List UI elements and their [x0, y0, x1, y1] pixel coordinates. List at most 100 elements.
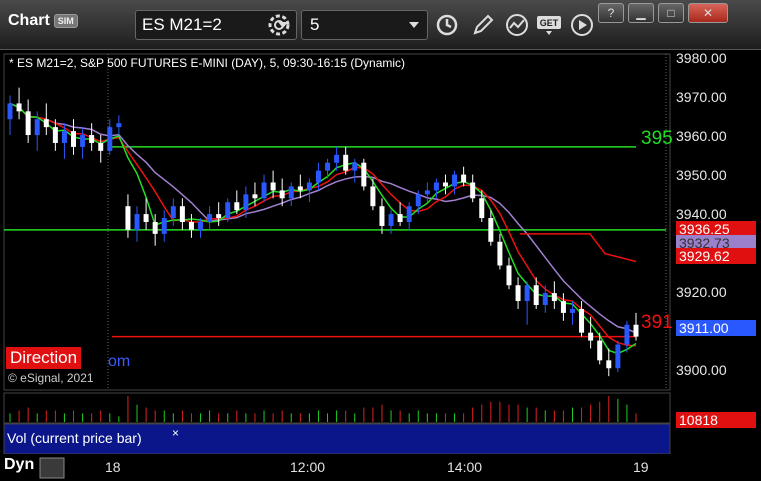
candle-body — [588, 332, 594, 341]
app-title-label: Chart — [8, 12, 50, 29]
candle-body — [71, 131, 77, 147]
candle-body — [515, 285, 521, 302]
candle-body — [397, 214, 403, 222]
candle-body — [61, 131, 67, 143]
candle-body — [497, 241, 503, 266]
candle-body — [379, 206, 385, 226]
candle-body — [315, 170, 321, 183]
volume-close-button[interactable]: × — [172, 426, 179, 440]
toolbar: Chart SIM ES M21=2 5 GET ? ▁ □ ✕ — [0, 0, 761, 50]
candle-body — [506, 265, 512, 286]
candle-body — [98, 142, 104, 151]
candle-body — [34, 119, 40, 136]
sim-badge: SIM — [53, 14, 78, 28]
plot-frame — [3, 53, 671, 391]
volume-label: Vol (current price bar) — [7, 430, 142, 446]
pencil-icon — [473, 14, 494, 35]
minimize-icon: ▁ — [636, 6, 646, 20]
minimize-button[interactable]: ▁ — [628, 3, 654, 23]
dyn-label: Dyn — [4, 456, 35, 473]
candle-body — [343, 154, 349, 171]
candle-body — [569, 308, 575, 313]
help-button[interactable]: ? — [598, 3, 624, 23]
candle-body — [352, 162, 358, 171]
candle-body — [198, 222, 204, 230]
candle-body — [533, 285, 539, 305]
candle-body — [633, 324, 639, 337]
study-icon — [506, 14, 528, 36]
candle-body — [7, 103, 13, 120]
candle-body — [43, 119, 49, 128]
candle-body — [25, 111, 31, 136]
direction-label: Direction — [6, 347, 82, 369]
candle-body — [16, 103, 22, 112]
candle-body — [542, 293, 548, 305]
price-tick-3940: 3940.00 — [676, 206, 727, 222]
candle-body — [325, 162, 331, 171]
candle-body — [615, 344, 621, 369]
price-tick-3920: 3920.00 — [676, 284, 727, 300]
candle-body — [80, 135, 86, 147]
candle-body — [243, 194, 249, 211]
candle-body — [388, 214, 394, 226]
candle-body — [170, 206, 176, 219]
candle-body — [143, 214, 149, 222]
candle-body — [361, 162, 367, 187]
dyn-toggle[interactable] — [39, 457, 65, 479]
maximize-button[interactable]: □ — [658, 3, 684, 23]
candle-body — [461, 174, 467, 183]
chart-header: * ES M21=2, S&P 500 FUTURES E-MINI (DAY)… — [9, 56, 406, 70]
candle-body — [134, 214, 140, 230]
candle-body — [152, 222, 158, 234]
chevron-down-icon — [409, 22, 419, 28]
candle-body — [188, 222, 194, 230]
candle-body — [297, 186, 303, 191]
time-tick-1200: 12:00 — [290, 459, 326, 475]
time-tick-18: 18 — [105, 459, 121, 475]
candle-body — [597, 340, 603, 361]
get-button[interactable]: GET — [535, 11, 563, 39]
candle-body — [207, 214, 213, 222]
price-tick-3980: 3980.00 — [676, 50, 727, 66]
symbol-value: ES M21=2 — [142, 15, 222, 34]
price-chart[interactable] — [0, 50, 761, 481]
help-icon: ? — [607, 6, 615, 20]
price-tick-3950: 3950.00 — [676, 167, 727, 183]
time-button[interactable] — [433, 11, 461, 39]
candle-body — [52, 127, 58, 143]
candle-body — [288, 186, 294, 199]
candle-body — [107, 127, 113, 151]
close-icon: ✕ — [702, 6, 714, 20]
candle-body — [270, 182, 276, 191]
volume-tag: 10818 — [676, 412, 756, 428]
play-icon — [571, 14, 593, 36]
candle-body — [488, 218, 494, 242]
candle-body — [125, 206, 131, 230]
time-tick-19: 19 — [633, 459, 649, 475]
candle-body — [433, 182, 439, 191]
svg-text:GET: GET — [540, 18, 559, 28]
time-tick-1400: 14:00 — [447, 459, 483, 475]
price-tick-3960: 3960.00 — [676, 128, 727, 144]
candle-body — [234, 202, 240, 211]
candle-body — [334, 154, 340, 163]
candle-body — [415, 194, 421, 207]
settings-button[interactable] — [265, 11, 293, 39]
candle-body — [370, 186, 376, 207]
price-tick-3970: 3970.00 — [676, 89, 727, 105]
candle-body — [261, 182, 267, 199]
interval-select[interactable]: 5 — [301, 10, 428, 40]
candle-body — [89, 135, 95, 143]
candle-body — [524, 285, 530, 302]
candle-body — [624, 324, 630, 345]
candle-body — [470, 182, 476, 199]
candle-body — [306, 182, 312, 191]
draw-button[interactable] — [469, 11, 497, 39]
candle-body — [452, 174, 458, 187]
candle-body — [479, 198, 485, 219]
candle-body — [179, 206, 185, 222]
play-button[interactable] — [568, 11, 596, 39]
red-line-label: 391 — [641, 312, 673, 333]
close-button[interactable]: ✕ — [688, 3, 728, 23]
study-button[interactable] — [503, 11, 531, 39]
